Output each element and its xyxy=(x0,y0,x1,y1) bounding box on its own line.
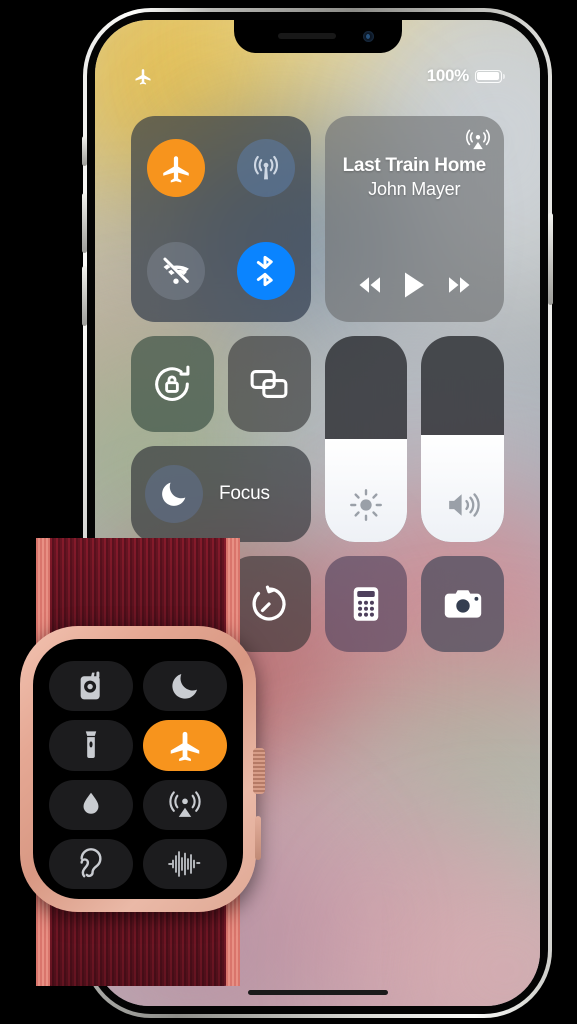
screen-mirroring-icon xyxy=(250,370,288,398)
volume-down-button[interactable] xyxy=(82,266,87,326)
rotation-lock-button[interactable] xyxy=(131,336,214,432)
watch-screen xyxy=(33,639,243,899)
airplay-audio-icon[interactable] xyxy=(465,127,491,153)
watch-airplay-button[interactable] xyxy=(143,779,227,830)
watch-airplane-mode-button[interactable] xyxy=(143,720,227,771)
moon-icon xyxy=(162,482,186,506)
cellular-icon xyxy=(253,155,278,179)
track-artist: John Mayer xyxy=(368,179,461,199)
bluetooth-icon xyxy=(256,255,273,286)
front-camera xyxy=(362,31,374,42)
water-lock-button[interactable] xyxy=(49,779,133,830)
volume-icon xyxy=(448,493,480,517)
focus-button[interactable]: Focus xyxy=(131,446,311,542)
airplane-icon xyxy=(170,732,200,762)
volume-slider[interactable] xyxy=(421,336,504,542)
airplane-icon xyxy=(163,155,189,182)
screen-mirroring-button[interactable] xyxy=(227,336,311,432)
theater-mode-button[interactable] xyxy=(143,661,227,712)
airplane-mode-toggle[interactable] xyxy=(146,138,205,197)
bluetooth-toggle[interactable] xyxy=(236,241,295,300)
water-drop-icon xyxy=(83,792,99,814)
ear-icon xyxy=(80,847,102,878)
digital-crown[interactable] xyxy=(253,748,265,794)
earpiece-speaker xyxy=(277,33,336,39)
airplane-icon xyxy=(135,69,151,85)
wifi-off-icon xyxy=(163,257,189,284)
noise-level-button[interactable] xyxy=(143,838,227,889)
camera-icon xyxy=(444,590,481,618)
walkie-talkie-button[interactable] xyxy=(49,661,133,712)
connectivity-module[interactable] xyxy=(131,116,311,322)
calculator-icon xyxy=(353,587,379,621)
brightness-slider[interactable] xyxy=(324,336,408,542)
status-bar: 100% xyxy=(95,64,540,88)
silent-switch[interactable] xyxy=(82,136,87,166)
rewind-icon[interactable] xyxy=(353,274,389,296)
connectivity-grid xyxy=(131,116,311,322)
brightness-icon xyxy=(349,489,382,521)
now-playing-text: Last Train Home John Mayer xyxy=(325,154,505,200)
airplay-audio-icon xyxy=(169,790,201,817)
home-indicator[interactable] xyxy=(247,990,388,995)
brightness-icon-wrap xyxy=(325,488,408,522)
fast-forward-icon[interactable] xyxy=(440,274,476,296)
waveform-icon xyxy=(168,851,201,877)
flashlight-icon xyxy=(85,731,97,759)
rotation-lock-icon xyxy=(155,365,190,401)
watch-side-button[interactable] xyxy=(255,816,261,860)
status-bar-left xyxy=(133,66,153,86)
live-listen-button[interactable] xyxy=(49,838,133,889)
cellular-data-toggle[interactable] xyxy=(236,138,295,197)
focus-label: Focus xyxy=(219,483,270,504)
calculator-button[interactable] xyxy=(324,556,408,652)
status-bar-right: 100% xyxy=(426,66,505,86)
battery-full-icon xyxy=(475,69,505,83)
watch-control-center xyxy=(49,661,227,889)
watch-case xyxy=(20,626,265,912)
volume-up-button[interactable] xyxy=(82,193,87,253)
now-playing-module[interactable]: Last Train Home John Mayer xyxy=(324,116,505,322)
battery-percent-label: 100% xyxy=(426,66,470,85)
track-title: Last Train Home xyxy=(342,155,487,176)
focus-icon-wrap xyxy=(145,465,203,523)
playback-controls xyxy=(325,270,505,300)
power-button[interactable] xyxy=(548,213,553,305)
notch xyxy=(233,20,402,53)
play-icon[interactable] xyxy=(401,270,427,300)
apple-watch-device xyxy=(8,534,266,986)
wifi-toggle[interactable] xyxy=(146,241,205,300)
walkie-talkie-icon xyxy=(80,671,100,700)
volume-icon-wrap xyxy=(421,488,504,522)
camera-button[interactable] xyxy=(421,556,504,652)
flashlight-button[interactable] xyxy=(49,720,133,771)
moon-icon xyxy=(172,674,198,699)
